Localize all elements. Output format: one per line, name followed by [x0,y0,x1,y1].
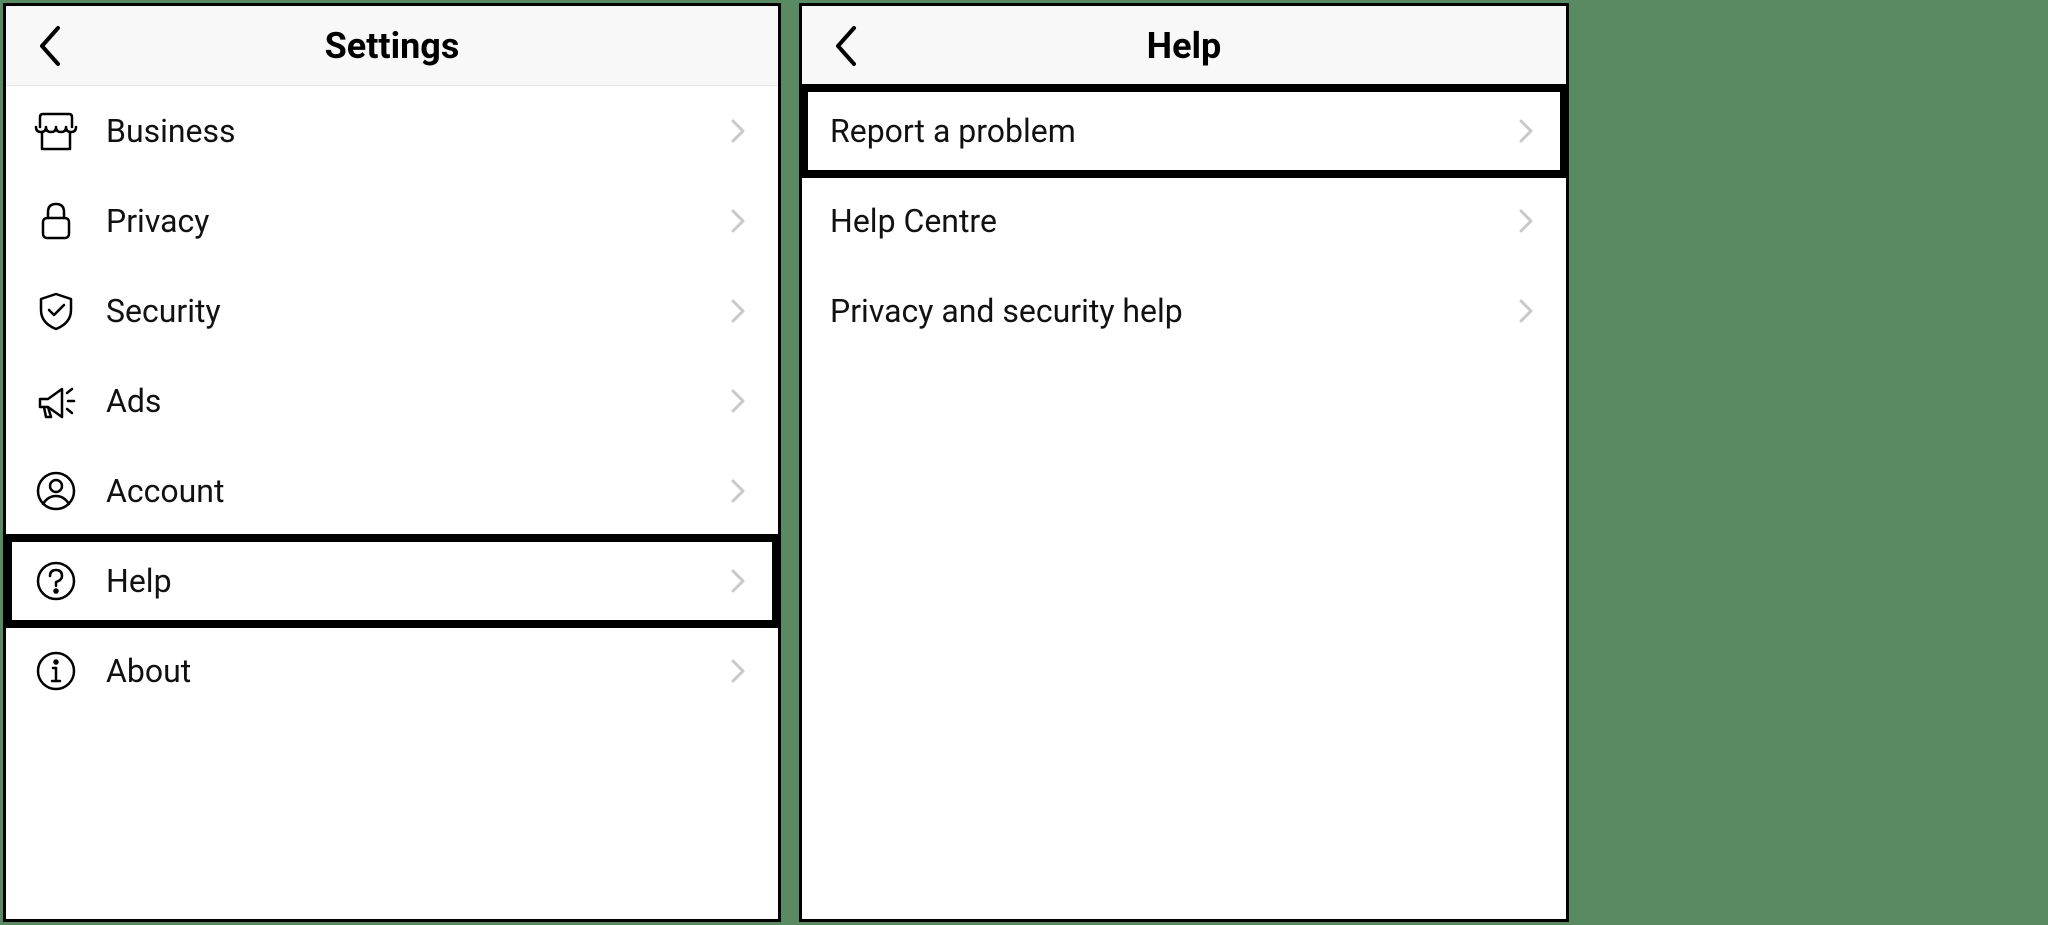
shield-check-icon [34,289,78,333]
help-item-privacy-security[interactable]: Privacy and security help [802,266,1566,356]
account-circle-icon [34,469,78,513]
back-button[interactable] [826,26,866,66]
help-item-help-centre[interactable]: Help Centre [802,176,1566,266]
chevron-right-icon [726,569,750,593]
help-panel: Help Report a problem Help Centre Privac… [799,3,1569,922]
help-item-report-problem[interactable]: Report a problem [802,86,1566,176]
chevron-right-icon [726,659,750,683]
settings-header: Settings [6,6,778,86]
chevron-left-icon [36,24,64,68]
help-item-label: Report a problem [830,112,1514,150]
lock-icon [34,199,78,243]
chevron-right-icon [726,389,750,413]
chevron-right-icon [1514,119,1538,143]
chevron-right-icon [1514,299,1538,323]
page-title: Settings [6,25,778,67]
panel-divider [781,0,799,925]
settings-item-account[interactable]: Account [6,446,778,536]
help-circle-icon [34,559,78,603]
settings-item-ads[interactable]: Ads [6,356,778,446]
storefront-icon [34,109,78,153]
settings-list: Business Privacy [6,86,778,919]
settings-item-label: Help [106,562,726,600]
settings-item-label: Business [106,112,726,150]
settings-item-label: Privacy [106,202,726,240]
settings-item-business[interactable]: Business [6,86,778,176]
settings-item-help[interactable]: Help [6,536,778,626]
megaphone-icon [34,379,78,423]
page-title: Help [802,25,1566,67]
chevron-right-icon [726,299,750,323]
help-header: Help [802,6,1566,86]
chevron-right-icon [726,479,750,503]
settings-item-about[interactable]: About [6,626,778,716]
chevron-left-icon [832,24,860,68]
chevron-right-icon [1514,209,1538,233]
settings-item-label: Security [106,292,726,330]
help-item-label: Privacy and security help [830,292,1514,330]
help-item-label: Help Centre [830,202,1514,240]
settings-item-security[interactable]: Security [6,266,778,356]
settings-item-label: Account [106,472,726,510]
chevron-right-icon [726,119,750,143]
settings-item-label: About [106,652,726,690]
info-circle-icon [34,649,78,693]
help-list: Report a problem Help Centre Privacy and… [802,86,1566,919]
settings-panel: Settings Business Priva [3,3,781,922]
chevron-right-icon [726,209,750,233]
back-button[interactable] [30,26,70,66]
settings-item-label: Ads [106,382,726,420]
settings-item-privacy[interactable]: Privacy [6,176,778,266]
